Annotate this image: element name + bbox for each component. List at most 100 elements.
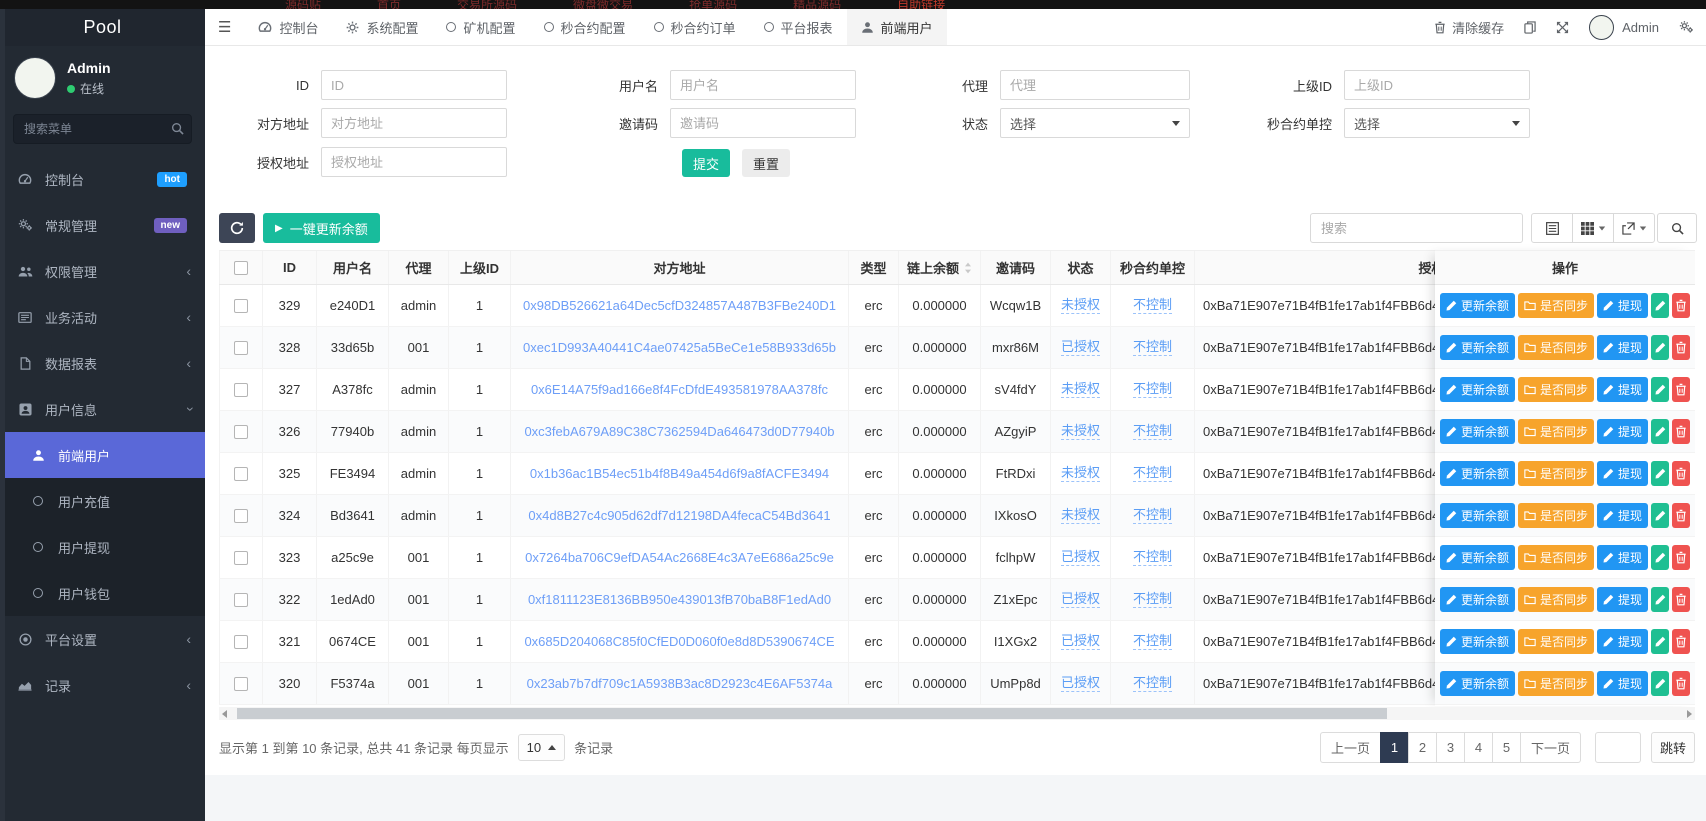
sidebar-item-permission-manage[interactable]: 权限管理 ‹ — [0, 248, 205, 294]
row-checkbox[interactable] — [234, 508, 248, 523]
status-link[interactable]: 已授权 — [1060, 675, 1100, 692]
peer-address-link[interactable]: 0x4d8B27c4c905d62df7d12198DA4fecaC54Bd36… — [528, 508, 830, 523]
delete-button[interactable] — [1672, 587, 1690, 612]
withdraw-button[interactable]: 提现 — [1597, 335, 1649, 360]
row-checkbox[interactable] — [234, 298, 248, 313]
tab-seccontract-orders[interactable]: 秒合约订单 — [640, 9, 750, 45]
peer-address-link[interactable]: 0x98DB526621a64Dec5cfD324857A487B3FBe240… — [523, 298, 836, 313]
sidebar-item-platform-settings[interactable]: 平台设置 ‹ — [0, 616, 205, 662]
row-checkbox[interactable] — [234, 424, 248, 439]
edit-button[interactable] — [1651, 335, 1670, 360]
sort-icon[interactable] — [964, 262, 972, 274]
update-balance-button[interactable]: 更新余额 — [1440, 587, 1516, 612]
control-link[interactable]: 不控制 — [1132, 297, 1172, 314]
edit-button[interactable] — [1651, 377, 1670, 402]
sync-button[interactable]: 是否同步 — [1518, 671, 1595, 696]
delete-button[interactable] — [1672, 377, 1690, 402]
page-jump-button[interactable]: 跳转 — [1651, 731, 1695, 763]
delete-button[interactable] — [1672, 671, 1690, 696]
detail-view-button[interactable] — [1531, 213, 1573, 243]
tab-miner-config[interactable]: 矿机配置 — [432, 9, 529, 45]
delete-button[interactable] — [1672, 461, 1690, 486]
search-button[interactable] — [1657, 213, 1697, 243]
fullscreen-icon[interactable] — [1556, 21, 1569, 34]
sync-button[interactable]: 是否同步 — [1518, 335, 1595, 360]
sync-button[interactable]: 是否同步 — [1518, 461, 1595, 486]
sync-button[interactable]: 是否同步 — [1518, 293, 1595, 318]
submit-button[interactable]: 提交 — [682, 149, 731, 177]
invite-code-input[interactable] — [670, 108, 856, 138]
refresh-button[interactable] — [219, 213, 255, 243]
row-checkbox[interactable] — [234, 676, 248, 691]
status-link[interactable]: 已授权 — [1060, 549, 1100, 566]
status-link[interactable]: 未授权 — [1060, 423, 1100, 440]
row-checkbox[interactable] — [234, 382, 248, 397]
settings-cogs-icon[interactable] — [1679, 20, 1694, 34]
status-select[interactable]: 选择 — [1000, 108, 1190, 138]
menu-toggle-icon[interactable]: ☰ — [205, 18, 244, 36]
update-balance-button[interactable]: 更新余额 — [1440, 629, 1516, 654]
status-link[interactable]: 未授权 — [1060, 297, 1100, 314]
reset-button[interactable]: 重置 — [742, 149, 791, 177]
sidebar-item-business-activity[interactable]: 业务活动 ‹ — [0, 294, 205, 340]
withdraw-button[interactable]: 提现 — [1597, 377, 1649, 402]
withdraw-button[interactable]: 提现 — [1597, 503, 1649, 528]
sync-button[interactable]: 是否同步 — [1518, 377, 1595, 402]
tab-frontend-users[interactable]: 前端用户 — [846, 9, 947, 45]
sidebar-item-records[interactable]: 记录 ‹ — [0, 662, 205, 708]
update-all-balance-button[interactable]: ▶ 一键更新余额 — [263, 213, 380, 243]
avatar[interactable] — [14, 57, 56, 99]
page-button-3[interactable]: 3 — [1435, 731, 1465, 763]
peer-address-link[interactable]: 0xec1D993A40441C4ae07425a5BeCe1e58B933d6… — [523, 340, 836, 355]
update-balance-button[interactable]: 更新余额 — [1440, 671, 1516, 696]
page-button-4[interactable]: 4 — [1463, 731, 1493, 763]
withdraw-button[interactable]: 提现 — [1597, 293, 1649, 318]
sync-button[interactable]: 是否同步 — [1518, 545, 1595, 570]
peer-address-link[interactable]: 0x7264ba706C9efDA54Ac2668E4c3A7eE686a25c… — [525, 550, 834, 565]
copy-icon[interactable] — [1524, 20, 1536, 34]
sync-button[interactable]: 是否同步 — [1518, 503, 1595, 528]
tab-console[interactable]: 控制台 — [244, 9, 332, 45]
update-balance-button[interactable]: 更新余额 — [1440, 293, 1516, 318]
update-balance-button[interactable]: 更新余额 — [1440, 503, 1516, 528]
row-checkbox[interactable] — [234, 550, 248, 565]
id-input[interactable] — [321, 70, 507, 100]
sidebar-item-data-report[interactable]: 数据报表 ‹ — [0, 340, 205, 386]
status-link[interactable]: 未授权 — [1060, 507, 1100, 524]
status-link[interactable]: 未授权 — [1060, 381, 1100, 398]
next-page-button[interactable]: 下一页 — [1519, 731, 1581, 763]
tab-seccontract-config[interactable]: 秒合约配置 — [530, 9, 640, 45]
sidebar-item-user-recharge[interactable]: 用户充值 — [0, 478, 205, 524]
control-link[interactable]: 不控制 — [1132, 423, 1172, 440]
edit-button[interactable] — [1651, 461, 1670, 486]
peer-address-input[interactable] — [321, 108, 507, 138]
edit-button[interactable] — [1651, 503, 1670, 528]
status-link[interactable]: 已授权 — [1060, 633, 1100, 650]
peer-address-link[interactable]: 0xc3febA679A89C38C7362594Da646473d0D7794… — [524, 424, 834, 439]
auth-address-input[interactable] — [321, 147, 507, 177]
page-jump-input[interactable] — [1595, 731, 1641, 763]
sidebar-item-user-withdraw[interactable]: 用户提现 — [0, 524, 205, 570]
control-link[interactable]: 不控制 — [1132, 675, 1172, 692]
withdraw-button[interactable]: 提现 — [1597, 461, 1649, 486]
page-button-1[interactable]: 1 — [1379, 731, 1409, 763]
delete-button[interactable] — [1672, 545, 1690, 570]
update-balance-button[interactable]: 更新余额 — [1440, 377, 1516, 402]
withdraw-button[interactable]: 提现 — [1597, 587, 1649, 612]
scroll-right-icon[interactable] — [1687, 710, 1692, 718]
export-button[interactable] — [1613, 213, 1655, 243]
username-input[interactable] — [670, 70, 856, 100]
sidebar-item-frontend-users[interactable]: 前端用户 — [0, 432, 205, 478]
peer-address-link[interactable]: 0x1b36ac1B54ec51b4f8B49a454d6f9a8fACFE34… — [530, 466, 829, 481]
delete-button[interactable] — [1672, 335, 1690, 360]
seccontract-control-select[interactable]: 选择 — [1344, 108, 1530, 138]
control-link[interactable]: 不控制 — [1132, 507, 1172, 524]
status-link[interactable]: 已授权 — [1060, 339, 1100, 356]
edit-button[interactable] — [1651, 419, 1670, 444]
tab-platform-report[interactable]: 平台报表 — [750, 9, 847, 45]
update-balance-button[interactable]: 更新余额 — [1440, 335, 1516, 360]
peer-address-link[interactable]: 0xf1811123E8136BB950e439013fB70baB8F1edA… — [528, 592, 831, 607]
columns-button[interactable] — [1572, 213, 1614, 243]
row-checkbox[interactable] — [234, 466, 248, 481]
prev-page-button[interactable]: 上一页 — [1319, 731, 1381, 763]
